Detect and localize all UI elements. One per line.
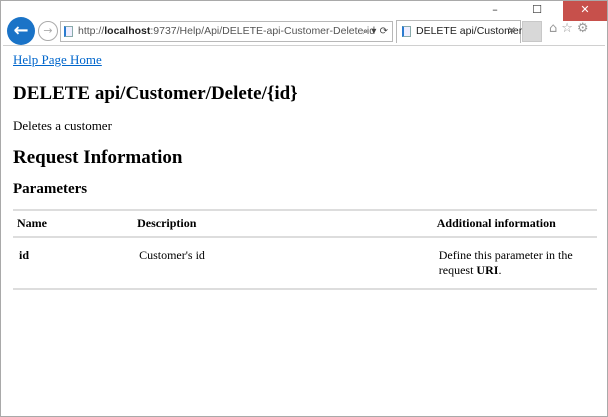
page-icon <box>402 26 411 37</box>
table-header-row: Name Description Additional information <box>13 209 597 238</box>
search-icon[interactable]: ⌕ ▾ <box>363 26 377 37</box>
info-bold: URI <box>476 263 499 277</box>
maximize-button[interactable]: ☐ <box>517 1 557 21</box>
header-description: Description <box>133 209 433 238</box>
favorites-icon[interactable]: ☆ <box>561 21 577 36</box>
page-title: DELETE api/Customer/Delete/{id} <box>13 83 298 104</box>
new-tab-button[interactable] <box>522 21 542 42</box>
param-description: Customer's id <box>133 237 433 290</box>
parameters-table: Name Description Additional information … <box>13 209 597 290</box>
tab-close-icon[interactable]: ✕ <box>507 21 516 42</box>
close-button[interactable]: ✕ <box>563 1 607 21</box>
param-additional-info: Define this parameter in the request URI… <box>432 237 597 290</box>
info-text: Define this parameter in the request <box>438 248 573 277</box>
browser-chrome: – ☐ ✕ ← → http://localhost:9737/Help/Api… <box>1 1 607 47</box>
browser-window: – ☐ ✕ ← → http://localhost:9737/Help/Api… <box>0 0 608 417</box>
home-icon[interactable]: ⌂ <box>549 21 561 36</box>
param-name: id <box>13 237 134 290</box>
header-additional-info: Additional information <box>432 209 597 238</box>
url-host: localhost <box>104 25 151 37</box>
table-row: id Customer's id Define this parameter i… <box>13 237 597 290</box>
tab-active[interactable]: DELETE api/Customer... ✕ <box>396 20 530 43</box>
forward-button[interactable]: → <box>38 21 58 41</box>
settings-icon[interactable]: ⚙ <box>577 21 593 36</box>
refresh-icon[interactable]: ⟳ <box>380 26 388 37</box>
back-button[interactable]: ← <box>7 17 35 45</box>
address-bar[interactable]: http://localhost:9737/Help/Api/DELETE-ap… <box>60 21 393 42</box>
url-rest: :9737/Help/Api/DELETE-api-Customer-Delet… <box>150 25 376 37</box>
minimize-button[interactable]: – <box>475 1 515 21</box>
request-info-heading: Request Information <box>13 147 183 168</box>
parameters-heading: Parameters <box>13 181 88 197</box>
help-page-home-link[interactable]: Help Page Home <box>13 52 102 67</box>
url-prefix: http:// <box>78 25 105 37</box>
info-end: . <box>498 263 502 277</box>
divider <box>3 45 605 46</box>
page-description: Deletes a customer <box>13 118 112 133</box>
page-content: Help Page Home DELETE api/Customer/Delet… <box>13 51 598 290</box>
header-name: Name <box>13 209 134 238</box>
page-icon <box>64 26 73 37</box>
